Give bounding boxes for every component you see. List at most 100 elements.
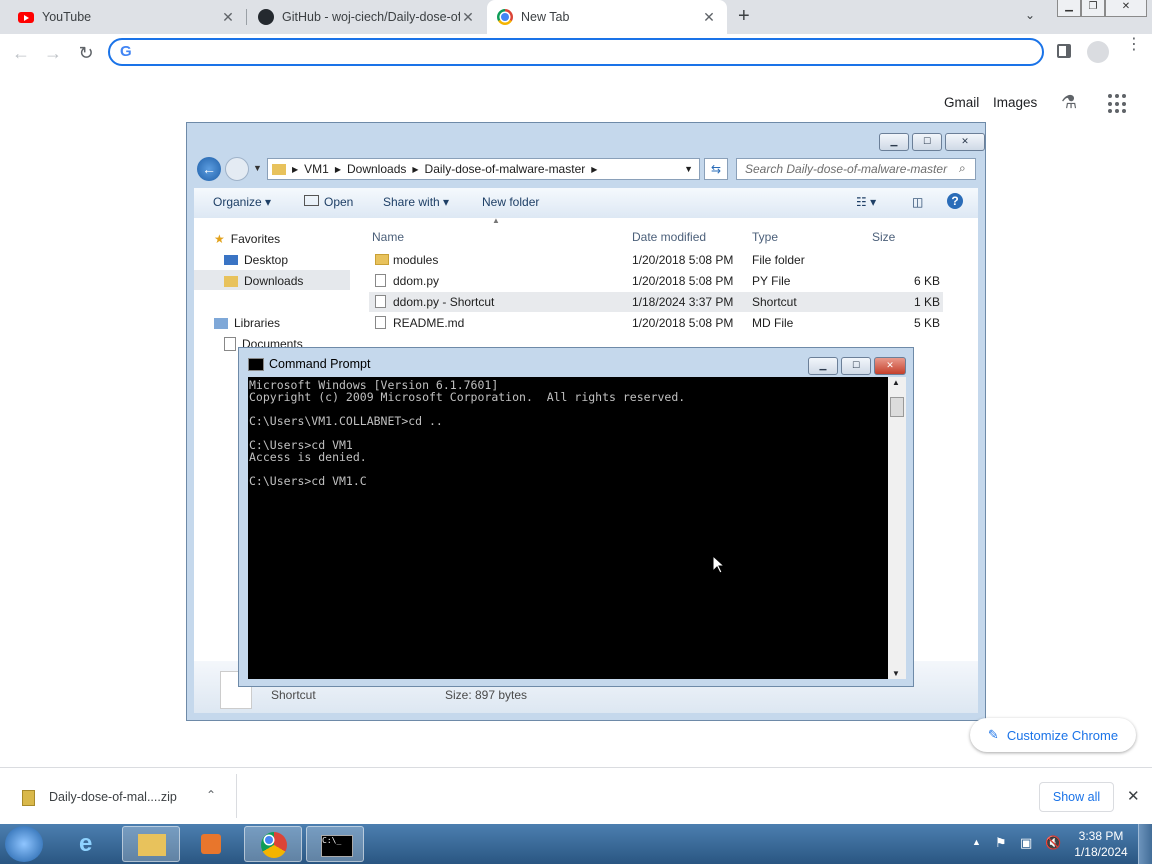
file-date: 1/20/2018 5:08 PM (632, 253, 734, 267)
restore-icon[interactable]: ❐ (1081, 0, 1105, 17)
minimize-icon[interactable]: ▁ (879, 133, 909, 151)
view-options-icon[interactable]: ☷ ▾ (856, 195, 876, 209)
command-prompt-window[interactable]: Command Prompt ▁ ☐ ✕ Microsoft Windows [… (238, 347, 914, 687)
close-tab-icon[interactable]: ✕ (701, 9, 717, 26)
history-dropdown-icon[interactable]: ▼ (253, 163, 262, 173)
profile-avatar-icon[interactable] (1087, 41, 1109, 63)
folder-icon (272, 163, 286, 175)
tab-title: GitHub - woj-ciech/Daily-dose-of- (282, 10, 460, 24)
close-icon[interactable]: ✕ (874, 357, 906, 375)
download-bar: Daily-dose-of-mal....zip ⌃ Show all ✕ (0, 767, 1152, 825)
network-icon[interactable]: ▣ (1020, 835, 1032, 851)
close-window-icon[interactable]: ✕ (1105, 0, 1147, 17)
explorer-window-buttons: ▁ ☐ ✕ (879, 133, 985, 151)
tab-new-tab[interactable]: New Tab ✕ (487, 0, 727, 34)
close-download-bar-icon[interactable]: ✕ (1127, 787, 1140, 805)
side-panel-icon[interactable] (1057, 44, 1071, 58)
maximize-icon[interactable]: ☐ (841, 357, 871, 375)
volume-muted-icon[interactable]: 🔇 (1045, 835, 1061, 851)
zip-file-icon (22, 790, 35, 806)
labs-flask-icon[interactable]: ⚗ (1061, 92, 1077, 113)
close-icon[interactable]: ✕ (945, 133, 985, 151)
share-with-button[interactable]: Share with ▾ (383, 195, 449, 209)
new-folder-button[interactable]: New folder (482, 195, 539, 209)
column-date-modified[interactable]: Date modified (632, 230, 706, 244)
reload-icon[interactable]: ↻ (75, 42, 97, 64)
close-tab-icon[interactable]: ✕ (220, 9, 236, 26)
taskbar-ie-button[interactable]: e (62, 826, 120, 862)
nav-downloads[interactable]: Downloads (224, 274, 303, 288)
console-output[interactable]: Microsoft Windows [Version 6.1.7601] Cop… (248, 377, 888, 679)
breadcrumb-arrow-icon: ▶ (334, 164, 341, 174)
tab-github[interactable]: GitHub - woj-ciech/Daily-dose-of- ✕ (248, 0, 486, 34)
organize-button[interactable]: Organize ▾ (213, 195, 271, 209)
tab-title: New Tab (521, 10, 570, 24)
show-desktop-button[interactable] (1138, 824, 1152, 864)
refresh-icon[interactable]: ⇆ (704, 158, 728, 180)
system-clock[interactable]: 3:38 PM 1/18/2024 (1068, 828, 1134, 860)
cmd-scrollbar[interactable]: ▲ ▼ (888, 377, 906, 679)
nav-libraries[interactable]: Libraries (214, 316, 280, 330)
minimize-icon[interactable]: ▁ (808, 357, 838, 375)
explorer-address-bar[interactable]: ▶ VM1 ▶ Downloads ▶ Daily-dose-of-malwar… (267, 158, 700, 180)
file-type: File folder (752, 253, 805, 267)
forward-button-icon[interactable] (225, 157, 249, 181)
taskbar-cmd-button[interactable]: C:\_ (306, 826, 364, 862)
explorer-search-input[interactable]: Search Daily-dose-of-malware-master (736, 158, 976, 180)
tab-youtube[interactable]: YouTube ✕ (8, 0, 246, 34)
scroll-up-icon[interactable]: ▲ (892, 378, 900, 387)
file-row[interactable]: README.md 1/20/2018 5:08 PM MD File 5 KB (369, 313, 943, 333)
file-icon (375, 316, 386, 329)
file-row[interactable]: ddom.py 1/20/2018 5:08 PM PY File 6 KB (369, 271, 943, 291)
media-player-icon (201, 834, 221, 854)
taskbar-explorer-button[interactable] (122, 826, 180, 862)
action-center-flag-icon[interactable]: ⚑ (995, 835, 1007, 851)
back-button-icon[interactable]: ← (197, 157, 221, 181)
forward-arrow-icon[interactable]: → (42, 42, 64, 64)
gmail-link[interactable]: Gmail (944, 95, 979, 110)
file-row-selected[interactable]: ddom.py - Shortcut 1/18/2024 3:37 PM Sho… (369, 292, 943, 312)
scroll-down-icon[interactable]: ▼ (892, 669, 900, 678)
help-icon[interactable]: ? (947, 193, 963, 209)
taskbar-media-button[interactable] (182, 826, 240, 862)
column-name[interactable]: Name (372, 230, 404, 244)
apps-grid-icon[interactable] (1108, 94, 1128, 114)
chrome-icon (261, 832, 287, 858)
tab-search-chevron-icon[interactable]: ⌄ (1025, 8, 1035, 22)
breadcrumb-vm1[interactable]: VM1 (304, 162, 329, 176)
nav-favorites[interactable]: ★ Favorites (214, 232, 280, 246)
open-button[interactable]: Open (304, 195, 353, 209)
show-all-button[interactable]: Show all (1039, 782, 1114, 812)
desktop-icon (224, 255, 238, 265)
pencil-icon: ✎ (987, 727, 999, 742)
images-link[interactable]: Images (993, 95, 1037, 110)
customize-chrome-button[interactable]: ✎ Customize Chrome (970, 718, 1136, 752)
column-type[interactable]: Type (752, 230, 778, 244)
file-row[interactable]: modules 1/20/2018 5:08 PM File folder (369, 250, 943, 270)
close-tab-icon[interactable]: ✕ (460, 9, 476, 26)
cmd-window-buttons: ▁ ☐ ✕ (808, 357, 906, 375)
breadcrumb-current-folder[interactable]: Daily-dose-of-malware-master (425, 162, 586, 176)
column-size[interactable]: Size (872, 230, 895, 244)
address-dropdown-icon[interactable]: ▼ (684, 164, 693, 174)
download-file-name[interactable]: Daily-dose-of-mal....zip (49, 790, 177, 804)
chevron-up-icon[interactable]: ⌃ (206, 788, 216, 802)
nav-desktop[interactable]: Desktop (224, 253, 288, 267)
cmd-app-icon (248, 358, 264, 371)
start-orb-icon[interactable] (5, 826, 43, 862)
back-arrow-icon[interactable]: ← (10, 42, 32, 64)
breadcrumb-downloads[interactable]: Downloads (347, 162, 406, 176)
preview-pane-icon[interactable]: ◫ (912, 195, 923, 209)
star-icon: ★ (214, 232, 225, 246)
scroll-thumb[interactable] (890, 397, 904, 417)
new-tab-plus-icon[interactable]: + (738, 5, 750, 28)
maximize-icon[interactable]: ☐ (912, 133, 942, 151)
tray-expand-icon[interactable]: ▲ (972, 837, 981, 847)
details-type: Shortcut (271, 688, 316, 702)
address-bar[interactable]: G (108, 38, 1044, 66)
nav-label: Desktop (244, 253, 289, 267)
cmd-icon: C:\_ (321, 835, 353, 857)
taskbar-chrome-button[interactable] (244, 826, 302, 862)
menu-kebab-icon[interactable]: ⋮ (1126, 37, 1142, 53)
minimize-icon[interactable]: ▁ (1057, 0, 1081, 17)
